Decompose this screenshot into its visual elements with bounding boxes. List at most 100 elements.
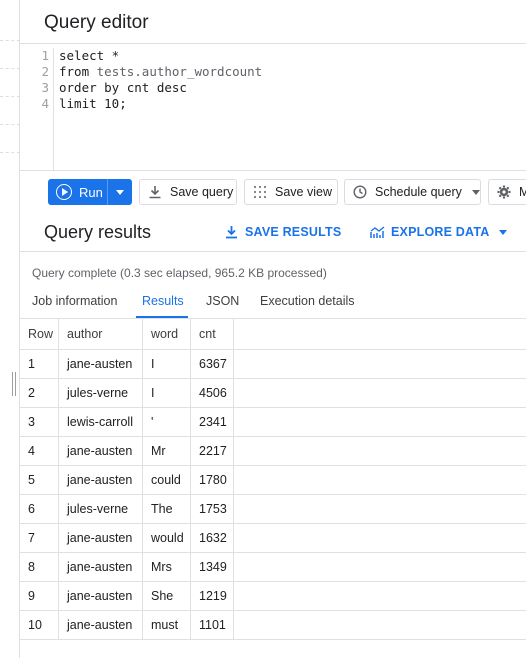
- word-cell: ': [142, 408, 190, 436]
- panel-divider: [0, 40, 20, 41]
- table-body: 1 jane-austen I 6367 2 jules-verne I 4506 3 lewis…: [20, 350, 526, 640]
- table-row[interactable]: 8 jane-austen Mrs 1349: [20, 553, 526, 582]
- save-view-button[interactable]: Save view: [244, 179, 338, 205]
- query-results-title: Query results: [44, 222, 152, 242]
- author-cell: jane-austen: [58, 553, 144, 581]
- line-number: 2: [41, 64, 49, 79]
- cnt-cell: 1632: [190, 524, 234, 552]
- author-cell: jules-verne: [58, 495, 144, 523]
- tab-results[interactable]: Results: [142, 294, 184, 308]
- editor-toolbar: Run Save query Save view Schedule query: [20, 172, 526, 212]
- download-icon: [148, 185, 162, 199]
- save-view-label: Save view: [275, 185, 332, 199]
- chevron-down-icon: [116, 189, 124, 195]
- explore-data-button[interactable]: EXPLORE DATA: [370, 225, 508, 239]
- cnt-cell: 1780: [190, 466, 234, 494]
- table-header: Row author word cnt: [20, 319, 526, 350]
- query-status-text: Query complete (0.3 sec elapsed, 965.2 K…: [32, 266, 327, 280]
- panel-divider: [0, 68, 20, 69]
- author-cell: jules-verne: [58, 379, 144, 407]
- code-line-4[interactable]: limit 10;: [59, 96, 262, 112]
- more-button[interactable]: M: [488, 179, 526, 205]
- code-line-1[interactable]: select *: [59, 48, 262, 64]
- run-label: Run: [79, 184, 103, 200]
- author-cell: jane-austen: [58, 524, 144, 552]
- save-results-label: SAVE RESULTS: [245, 225, 342, 239]
- column-header-cnt[interactable]: cnt: [190, 319, 234, 349]
- sql-code[interactable]: select * from tests.author_wordcount ord…: [59, 48, 262, 112]
- query-editor-title: Query editor: [44, 12, 149, 33]
- table-row[interactable]: 1 jane-austen I 6367: [20, 350, 526, 379]
- row-number-cell: 8: [28, 560, 35, 574]
- sql-editor[interactable]: 1 2 3 4 select * from tests.author_wordc…: [20, 44, 526, 170]
- word-cell: could: [142, 466, 190, 494]
- line-number-gutter: 1 2 3 4: [20, 48, 54, 170]
- save-query-label: Save query: [170, 185, 234, 199]
- tab-job-information[interactable]: Job information: [32, 294, 117, 308]
- author-cell: jane-austen: [58, 611, 144, 639]
- clock-icon: [353, 185, 367, 199]
- download-icon: [225, 225, 238, 239]
- word-cell: Mrs: [142, 553, 190, 581]
- table-row[interactable]: 4 jane-austen Mr 2217: [20, 437, 526, 466]
- cnt-cell: 2217: [190, 437, 234, 465]
- table-row[interactable]: 2 jules-verne I 4506: [20, 379, 526, 408]
- query-workspace: Query editor 1 2 3 4 select * from tests…: [20, 0, 526, 658]
- table-row[interactable]: 5 jane-austen could 1780: [20, 466, 526, 495]
- row-number-cell: 3: [28, 415, 35, 429]
- cnt-cell: 6367: [190, 350, 234, 378]
- tab-execution-details[interactable]: Execution details: [260, 294, 355, 308]
- explore-data-label: EXPLORE DATA: [391, 225, 490, 239]
- run-button[interactable]: Run: [48, 179, 132, 205]
- left-panel-edge: [0, 0, 20, 658]
- schedule-query-button[interactable]: Schedule query: [344, 179, 481, 205]
- divider: [20, 170, 526, 171]
- save-query-button[interactable]: Save query: [139, 179, 237, 205]
- table-row[interactable]: 10 jane-austen must 1101: [20, 611, 526, 640]
- cnt-cell: 1753: [190, 495, 234, 523]
- more-label: M: [519, 185, 526, 199]
- table-row[interactable]: 7 jane-austen would 1632: [20, 524, 526, 553]
- code-line-2[interactable]: from tests.author_wordcount: [59, 64, 262, 80]
- cnt-cell: 4506: [190, 379, 234, 407]
- author-cell: jane-austen: [58, 437, 144, 465]
- author-cell: jane-austen: [58, 582, 144, 610]
- row-number-cell: 1: [28, 357, 35, 371]
- explore-chart-icon: [370, 225, 385, 239]
- column-header-author[interactable]: author: [58, 319, 144, 349]
- line-number: 4: [41, 96, 49, 111]
- code-table-name: tests.author_wordcount: [96, 64, 263, 79]
- code-line-3[interactable]: order by cnt desc: [59, 80, 262, 96]
- author-cell: jane-austen: [58, 466, 144, 494]
- table-row[interactable]: 9 jane-austen She 1219: [20, 582, 526, 611]
- column-header-word[interactable]: word: [142, 319, 190, 349]
- chevron-down-icon: [471, 189, 480, 195]
- word-cell: Mr: [142, 437, 190, 465]
- results-tabs: Job information Results JSON Execution d…: [20, 290, 526, 320]
- cnt-cell: 1349: [190, 553, 234, 581]
- panel-divider: [0, 152, 20, 153]
- word-cell: I: [142, 350, 190, 378]
- tab-json[interactable]: JSON: [206, 294, 239, 308]
- row-number-cell: 4: [28, 444, 35, 458]
- gear-icon: [497, 185, 511, 199]
- save-results-button[interactable]: SAVE RESULTS: [225, 225, 341, 239]
- author-cell: lewis-carroll: [58, 408, 144, 436]
- run-options-dropdown[interactable]: [108, 189, 132, 195]
- play-circle-icon: [56, 184, 72, 200]
- column-header-row: Row: [28, 327, 54, 341]
- table-row[interactable]: 6 jules-verne The 1753: [20, 495, 526, 524]
- row-number-cell: 9: [28, 589, 35, 603]
- schedule-query-label: Schedule query: [375, 185, 462, 199]
- word-cell: I: [142, 379, 190, 407]
- chevron-down-icon: [499, 229, 508, 235]
- table-row[interactable]: 3 lewis-carroll ' 2341: [20, 408, 526, 437]
- divider: [20, 251, 526, 252]
- view-grid-icon: [253, 185, 267, 199]
- word-cell: The: [142, 495, 190, 523]
- panel-divider: [0, 96, 20, 97]
- resize-handle[interactable]: [12, 372, 16, 396]
- cnt-cell: 1101: [190, 611, 234, 639]
- panel-divider: [0, 124, 20, 125]
- run-main-button[interactable]: Run: [48, 179, 108, 205]
